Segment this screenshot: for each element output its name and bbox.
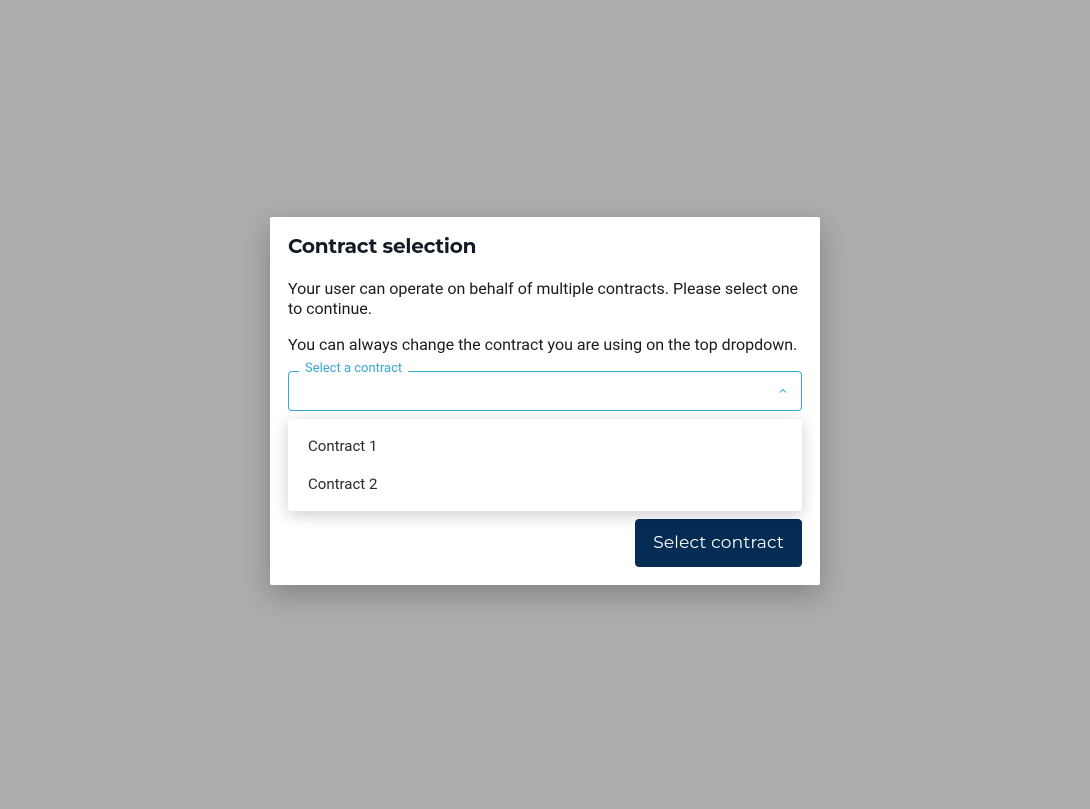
contract-select[interactable]: Select a contract — [288, 371, 802, 411]
modal-actions: Select contract — [288, 519, 802, 567]
contract-select-label: Select a contract — [299, 362, 408, 375]
contract-options-popover: Contract 1 Contract 2 — [288, 419, 802, 511]
contract-option[interactable]: Contract 1 — [288, 427, 802, 465]
modal-description-2: You can always change the contract you a… — [288, 335, 802, 355]
select-contract-button[interactable]: Select contract — [635, 519, 802, 567]
contract-selection-modal: Contract selection Your user can operate… — [270, 217, 820, 585]
contract-option[interactable]: Contract 2 — [288, 465, 802, 503]
modal-title: Contract selection — [288, 235, 802, 259]
contract-select-wrapper: Select a contract Contract 1 Contract 2 — [288, 371, 802, 411]
chevron-up-icon — [777, 385, 789, 397]
modal-description-1: Your user can operate on behalf of multi… — [288, 279, 802, 319]
